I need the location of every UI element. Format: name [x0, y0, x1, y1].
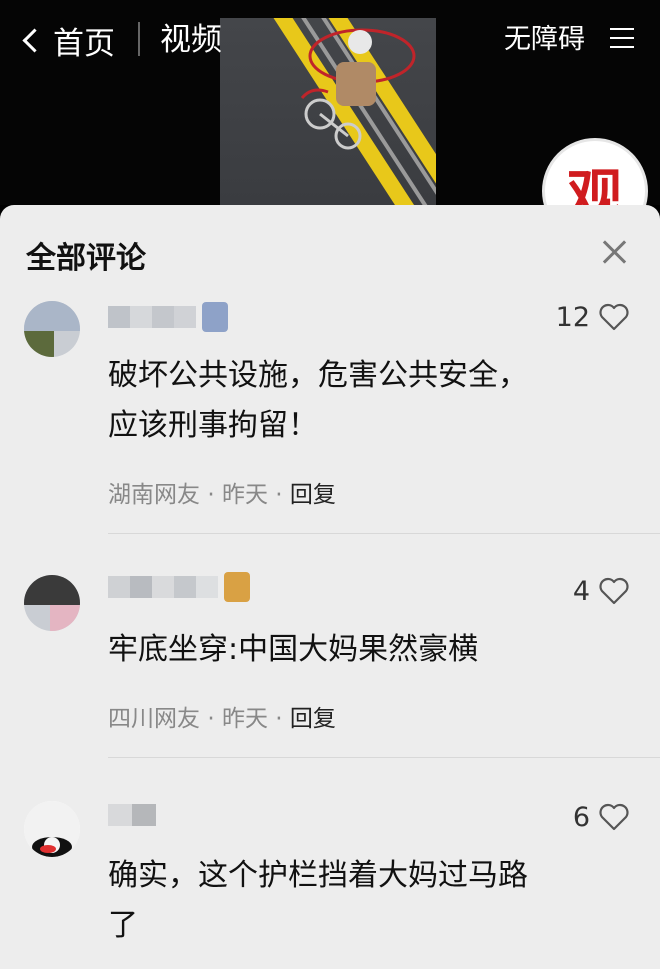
blur-block	[174, 576, 196, 598]
timestamp: 昨天	[221, 706, 268, 732]
blur-block	[130, 306, 152, 328]
like-count: 4	[572, 575, 590, 607]
region: 四川网友	[108, 706, 200, 732]
user-badge-icon	[202, 302, 228, 332]
back-label: 首页	[53, 25, 115, 62]
comment-line: 了	[108, 908, 138, 943]
divider	[138, 22, 140, 56]
like-count: 6	[572, 801, 590, 833]
blur-block	[152, 306, 174, 328]
blur-block	[196, 576, 218, 598]
timestamp: 昨天	[221, 482, 268, 508]
comment-meta: 湖南网友 · 昨天 · 回复	[108, 475, 336, 509]
comment-text: 牢底坐穿:中国大妈果然豪横	[108, 625, 608, 675]
username-blurred[interactable]	[108, 572, 250, 602]
blur-block	[132, 804, 156, 826]
username-blurred[interactable]	[108, 302, 228, 332]
menu-icon[interactable]	[610, 28, 634, 50]
heart-icon	[599, 577, 629, 605]
dot-separator: ·	[207, 706, 215, 732]
accessibility-button[interactable]: 无障碍	[504, 22, 585, 58]
region: 湖南网友	[108, 482, 200, 508]
blur-block	[130, 576, 152, 598]
penguin-avatar	[24, 801, 80, 857]
heart-icon	[599, 803, 629, 831]
like-button[interactable]: 12	[556, 301, 630, 333]
username-blurred[interactable]	[108, 801, 156, 829]
blur-block	[108, 804, 132, 826]
blur-block	[174, 306, 196, 328]
comment-meta: 四川网友 · 昨天 · 回复	[108, 699, 336, 733]
cyclist-figure	[300, 28, 416, 150]
avatar[interactable]	[24, 301, 80, 357]
comment-line: 破坏公共设施，危害公共安全，	[108, 358, 528, 393]
comment-text: 破坏公共设施，危害公共安全， 应该刑事拘留！	[108, 351, 608, 451]
reply-button[interactable]: 回复	[290, 482, 336, 508]
video-player[interactable]	[220, 18, 436, 206]
tab-video[interactable]: 视频	[160, 18, 222, 62]
comment-line: 应该刑事拘留！	[108, 408, 318, 443]
comments-sheet: 全部评论 12 破坏公共设施，危害公共安全， 应该刑事拘留！ 湖南网友 · 昨天…	[0, 205, 660, 969]
divider	[108, 757, 660, 758]
dot-separator: ·	[275, 706, 283, 732]
video-header: 首页 视频 无障碍 观	[0, 0, 660, 244]
like-button[interactable]: 4	[573, 575, 630, 607]
blur-block	[108, 576, 130, 598]
dot-separator: ·	[275, 482, 283, 508]
close-icon[interactable]	[597, 235, 631, 269]
like-button[interactable]: 6	[573, 801, 630, 833]
divider	[108, 533, 660, 534]
blur-block	[108, 306, 130, 328]
dot-separator: ·	[207, 482, 215, 508]
heart-icon	[599, 303, 629, 331]
back-button[interactable]: 首页	[18, 18, 115, 62]
avatar[interactable]	[24, 801, 80, 857]
comment-line: 确实，这个护栏挡着大妈过马路	[108, 858, 528, 893]
user-badge-icon	[224, 572, 250, 602]
reply-button[interactable]: 回复	[290, 706, 336, 732]
avatar[interactable]	[24, 575, 80, 631]
chevron-left-icon	[22, 27, 47, 53]
sheet-title: 全部评论	[26, 241, 146, 276]
comment-text: 确实，这个护栏挡着大妈过马路 了	[108, 851, 608, 951]
comment-line: 牢底坐穿:中国大妈果然豪横	[108, 632, 479, 667]
blur-block	[152, 576, 174, 598]
like-count: 12	[555, 301, 590, 333]
